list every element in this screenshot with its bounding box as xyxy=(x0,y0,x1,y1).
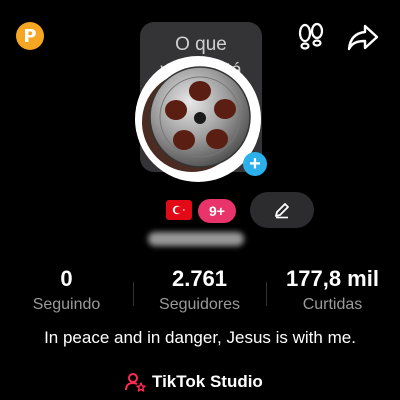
stat-likes-value: 177,8 mil xyxy=(286,266,379,291)
stat-likes-label: Curtidas xyxy=(302,296,363,313)
premium-badge[interactable]: P xyxy=(16,22,44,50)
stat-followers[interactable]: 2.761 Seguidores xyxy=(133,266,266,314)
profile-bio: In peace and in danger, Jesus is with me… xyxy=(44,328,356,347)
stat-following[interactable]: 0 Seguindo xyxy=(0,266,133,314)
film-reel-icon xyxy=(142,66,251,172)
add-story-button[interactable]: + xyxy=(243,152,267,176)
notification-count: 9+ xyxy=(209,203,225,219)
turkey-flag-icon xyxy=(166,200,192,220)
pencil-icon xyxy=(275,203,289,219)
premium-badge-letter: P xyxy=(23,25,37,47)
stat-likes[interactable]: 177,8 mil Curtidas xyxy=(266,266,399,314)
stat-followers-value: 2.761 xyxy=(171,266,228,291)
share-icon[interactable] xyxy=(346,22,380,52)
stat-following-value: 0 xyxy=(60,266,73,291)
plus-icon: + xyxy=(249,152,261,175)
notification-count-badge[interactable]: 9+ xyxy=(198,199,236,223)
stat-following-label: Seguindo xyxy=(32,296,101,313)
footprint-icon[interactable] xyxy=(296,22,326,52)
note-line-1: O que xyxy=(175,34,227,55)
person-star-icon xyxy=(125,373,146,392)
studio-label: TikTok Studio xyxy=(152,372,263,391)
edit-profile-button[interactable] xyxy=(250,192,314,228)
username-redacted xyxy=(148,232,244,246)
stat-followers-label: Seguidores xyxy=(159,296,240,313)
tiktok-studio-link[interactable]: TikTok Studio xyxy=(124,370,263,394)
